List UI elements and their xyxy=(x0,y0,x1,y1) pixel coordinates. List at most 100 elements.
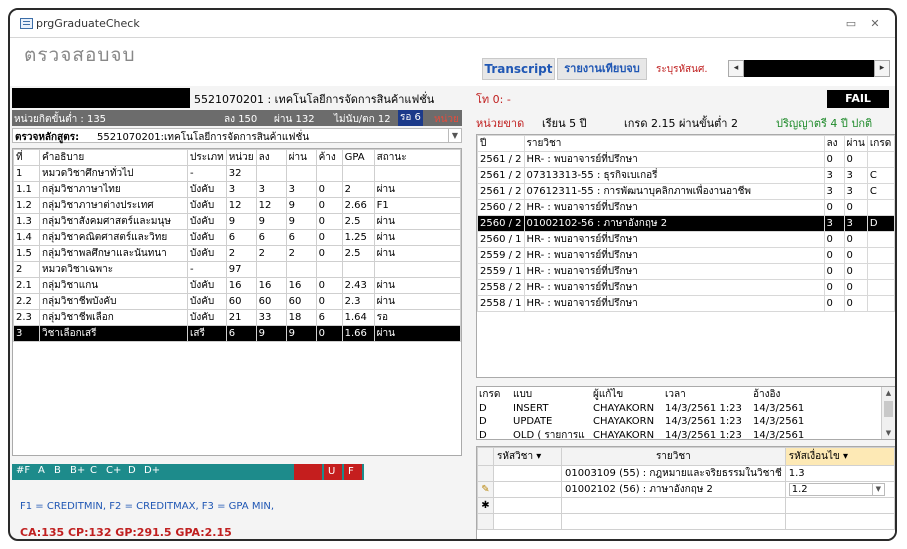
column-header[interactable]: ผ่าน xyxy=(285,149,317,166)
transcript-cell[interactable]: 0 xyxy=(843,279,868,296)
transcript-cell[interactable]: 0 xyxy=(843,151,868,168)
transcript-cell[interactable]: 3 xyxy=(843,183,868,200)
chevron-right-icon[interactable]: ▸ xyxy=(874,60,890,77)
table-row[interactable]: 2560 / 2 HR- : พบอาจารย์ที่ปรึกษา 0 0 xyxy=(477,199,895,216)
requirement-cell[interactable]: 6 xyxy=(315,309,343,326)
table-row[interactable]: 2559 / 1 HR- : พบอาจารย์ที่ปรึกษา 0 0 xyxy=(477,263,895,280)
grade-filter-item[interactable]: D+ xyxy=(144,465,160,476)
transcript-cell[interactable]: 07612311-55 : การพัฒนาบุคลิกภาพเพื่องานอ… xyxy=(523,183,825,200)
chevron-down-icon[interactable]: ▼ xyxy=(871,484,884,495)
table-row[interactable]: D UPDATE CHAYAKORN 14/3/2561 1:23 14/3/2561 xyxy=(477,415,882,428)
course-code-cell[interactable] xyxy=(493,481,562,498)
requirement-cell[interactable]: บังคับ xyxy=(187,245,227,262)
transcript-cell[interactable]: 0 xyxy=(843,247,868,264)
requirement-cell[interactable]: 60 xyxy=(285,293,317,310)
table-row[interactable]: 2558 / 2 HR- : พบอาจารย์ที่ปรึกษา 0 0 xyxy=(477,279,895,296)
requirement-cell[interactable] xyxy=(255,165,287,182)
requirement-cell[interactable]: 2.2 xyxy=(13,293,40,310)
requirement-cell[interactable] xyxy=(341,165,375,182)
requirement-cell[interactable]: 0 xyxy=(315,245,343,262)
table-row[interactable]: 01003109 (55) : กฎหมายและจริยธรรมในวิชาช… xyxy=(477,465,895,482)
requirement-cell[interactable]: กลุ่มวิชาภาษาไทย xyxy=(39,181,188,198)
requirement-cell[interactable]: 33 xyxy=(255,309,287,326)
requirement-cell[interactable]: 9 xyxy=(285,213,317,230)
transcript-cell[interactable]: 0 xyxy=(823,295,845,312)
transcript-cell[interactable]: HR- : พบอาจารย์ที่ปรึกษา xyxy=(523,295,825,312)
transcript-cell[interactable]: 3 xyxy=(843,167,868,184)
requirement-cell[interactable]: 2.5 xyxy=(341,245,375,262)
log-cell[interactable]: 14/3/2561 xyxy=(751,428,882,439)
requirement-cell[interactable]: บังคับ xyxy=(187,229,227,246)
requirement-cell[interactable]: หมวดวิชาเฉพาะ xyxy=(39,261,188,278)
transcript-cell[interactable] xyxy=(866,247,895,264)
table-row[interactable]: 2.2 กลุ่มวิชาชีพบังคับ บังคับ 60 60 60 0 2.3 ผ่า… xyxy=(13,293,462,310)
requirement-cell[interactable] xyxy=(285,165,317,182)
grade-filter-item[interactable]: A xyxy=(38,465,45,476)
column-header[interactable]: เกรด xyxy=(866,135,895,152)
requirement-cell[interactable]: รอ xyxy=(373,309,462,326)
column-header[interactable]: ประเภท xyxy=(187,149,227,166)
requirement-cell[interactable]: เสรี xyxy=(187,325,227,342)
log-cell[interactable]: UPDATE xyxy=(511,415,591,428)
requirement-cell[interactable]: 1.64 xyxy=(341,309,375,326)
transcript-cell[interactable]: 2558 / 2 xyxy=(477,279,525,296)
log-cell[interactable]: INSERT xyxy=(511,402,591,415)
requirement-cell[interactable] xyxy=(341,261,375,278)
requirement-cell[interactable]: 3 xyxy=(13,325,40,342)
requirement-cell[interactable] xyxy=(373,261,462,278)
column-header[interactable]: อ้างอิง xyxy=(751,387,882,402)
log-cell[interactable]: D xyxy=(477,415,511,428)
requirement-cell[interactable]: บังคับ xyxy=(187,277,227,294)
table-row[interactable]: 2561 / 2 07313313-55 : ธุรกิจเบเกอรี่ 3 3 C xyxy=(477,167,895,184)
requirement-cell[interactable]: บังคับ xyxy=(187,293,227,310)
transcript-cell[interactable]: 3 xyxy=(823,215,845,232)
requirement-cell[interactable]: บังคับ xyxy=(187,213,227,230)
table-row[interactable]: 1.1 กลุ่มวิชาภาษาไทย บังคับ 3 3 3 0 2 ผ่าน xyxy=(13,181,462,198)
student-id-field[interactable] xyxy=(744,60,874,77)
course-code-cell[interactable] xyxy=(493,465,562,482)
requirement-cell[interactable]: ผ่าน xyxy=(373,213,462,230)
transcript-cell[interactable]: 2561 / 2 xyxy=(477,167,525,184)
table-row[interactable]: 2561 / 2 07612311-55 : การพัฒนาบุคลิกภาพเ… xyxy=(477,183,895,200)
requirement-cell[interactable]: 2.3 xyxy=(13,309,40,326)
transcript-cell[interactable] xyxy=(866,199,895,216)
column-header[interactable]: สถานะ xyxy=(373,149,462,166)
requirement-cell[interactable]: 1 xyxy=(13,165,40,182)
minimize-icon[interactable]: ▭ xyxy=(842,16,860,32)
transcript-cell[interactable] xyxy=(866,231,895,248)
table-row[interactable]: 2560 / 1 HR- : พบอาจารย์ที่ปรึกษา 0 0 xyxy=(477,231,895,248)
transcript-cell[interactable]: 2559 / 2 xyxy=(477,247,525,264)
requirement-cell[interactable]: 0 xyxy=(315,213,343,230)
transcript-cell[interactable] xyxy=(866,279,895,296)
transcript-cell[interactable]: 2560 / 2 xyxy=(477,199,525,216)
table-row[interactable]: 2558 / 1 HR- : พบอาจารย์ที่ปรึกษา 0 0 xyxy=(477,295,895,312)
transcript-cell[interactable]: 0 xyxy=(843,199,868,216)
table-row[interactable]: 2 หมวดวิชาเฉพาะ -97 xyxy=(13,261,462,278)
column-header[interactable]: คำอธิบาย xyxy=(39,149,188,166)
requirement-cell[interactable]: 18 xyxy=(285,309,317,326)
requirement-cell[interactable]: 1.4 xyxy=(13,229,40,246)
requirement-cell[interactable]: 1.25 xyxy=(341,229,375,246)
log-cell[interactable]: OLD ( รายการแ xyxy=(511,428,591,439)
table-row[interactable]: 2560 / 2 01002102-56 : ภาษาอังกฤษ 233D xyxy=(477,215,895,232)
requirement-cell[interactable]: 1.3 xyxy=(13,213,40,230)
requirement-cell[interactable]: 2 xyxy=(285,245,317,262)
transcript-cell[interactable]: D xyxy=(866,215,895,232)
column-header[interactable]: รหัสเงื่อนไข ▾ xyxy=(784,447,895,466)
requirement-cell[interactable]: บังคับ xyxy=(187,197,227,214)
record-selector[interactable] xyxy=(477,465,494,482)
requirement-cell[interactable]: กลุ่มวิชาชีพบังคับ xyxy=(39,293,188,310)
grade-filter-item[interactable]: B+ xyxy=(70,465,85,476)
log-cell[interactable]: 14/3/2561 xyxy=(751,402,882,415)
chevron-left-icon[interactable]: ◂ xyxy=(728,60,744,77)
transcript-cell[interactable]: HR- : พบอาจารย์ที่ปรึกษา xyxy=(523,231,825,248)
requirement-cell[interactable]: ผ่าน xyxy=(373,245,462,262)
requirement-cell[interactable] xyxy=(255,261,287,278)
column-header[interactable]: ค้าง xyxy=(315,149,343,166)
transcript-cell[interactable]: HR- : พบอาจารย์ที่ปรึกษา xyxy=(523,279,825,296)
requirement-cell[interactable]: 1.1 xyxy=(13,181,40,198)
requirement-cell[interactable]: 6 xyxy=(255,229,287,246)
grade-filter-item[interactable]: F xyxy=(344,464,362,480)
transcript-cell[interactable]: 3 xyxy=(843,215,868,232)
condition-code-cell[interactable]: 1.2 ▼ xyxy=(784,481,895,498)
